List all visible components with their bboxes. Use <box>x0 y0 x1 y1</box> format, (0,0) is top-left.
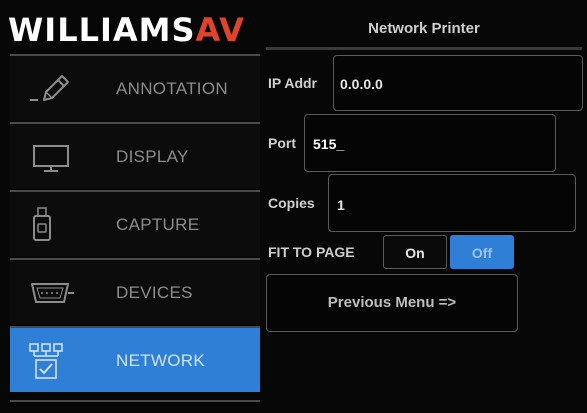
copies-field[interactable]: 1 <box>328 174 576 232</box>
port-label: Port <box>268 135 296 151</box>
fit-to-page-on-button[interactable]: On <box>383 235 447 269</box>
sidebar-item-network[interactable]: NETWORK <box>10 326 260 392</box>
sidebar-item-display[interactable]: DISPLAY <box>10 122 260 188</box>
sidebar-item-label: CAPTURE <box>116 215 200 234</box>
ip-address-label: IP Addr <box>268 75 318 91</box>
fit-to-page-label: FIT TO PAGE <box>268 244 355 260</box>
sidebar-item-label: ANNOTATION <box>116 79 228 98</box>
sidebar-item-label: NETWORK <box>116 351 205 370</box>
copies-label: Copies <box>268 195 315 211</box>
previous-menu-button[interactable]: Previous Menu => <box>266 274 518 332</box>
network-printer-panel: IP Addr 0.0.0.0 Port 515_ Copies 1 FIT T… <box>266 50 584 400</box>
usb-drive-icon <box>28 206 76 244</box>
sidebar-item-capture[interactable]: CAPTURE <box>10 190 260 256</box>
sidebar-item-devices[interactable]: DEVICES <box>10 258 260 324</box>
sidebar-menu: ANNOTATION DISPLAY CAPTURE DEVICES NETWO… <box>10 54 262 404</box>
williams-av-logo: WILLIAMSAV <box>8 12 260 48</box>
ip-address-field[interactable]: 0.0.0.0 <box>333 55 583 111</box>
logo-text: WILLIAMS <box>8 11 196 49</box>
sidebar-divider <box>10 400 260 402</box>
pencil-icon <box>28 70 76 108</box>
serial-port-icon <box>28 274 76 312</box>
fit-to-page-off-button[interactable]: Off <box>450 235 514 269</box>
monitor-icon <box>28 138 76 176</box>
sidebar-item-annotation[interactable]: ANNOTATION <box>10 54 260 120</box>
page-title: Network Printer <box>368 20 480 37</box>
network-printer-screen: WILLIAMSAV Network Printer ANNOTATION DI… <box>0 0 587 413</box>
copies-value: 1 <box>337 197 345 213</box>
port-value: 515_ <box>313 136 345 152</box>
sidebar-item-label: DEVICES <box>116 283 193 302</box>
port-field[interactable]: 515_ <box>304 114 556 172</box>
sidebar-item-label: DISPLAY <box>116 147 189 166</box>
network-icon <box>28 342 76 380</box>
logo-av-text: AV <box>195 11 245 49</box>
ip-address-value: 0.0.0.0 <box>340 76 383 92</box>
